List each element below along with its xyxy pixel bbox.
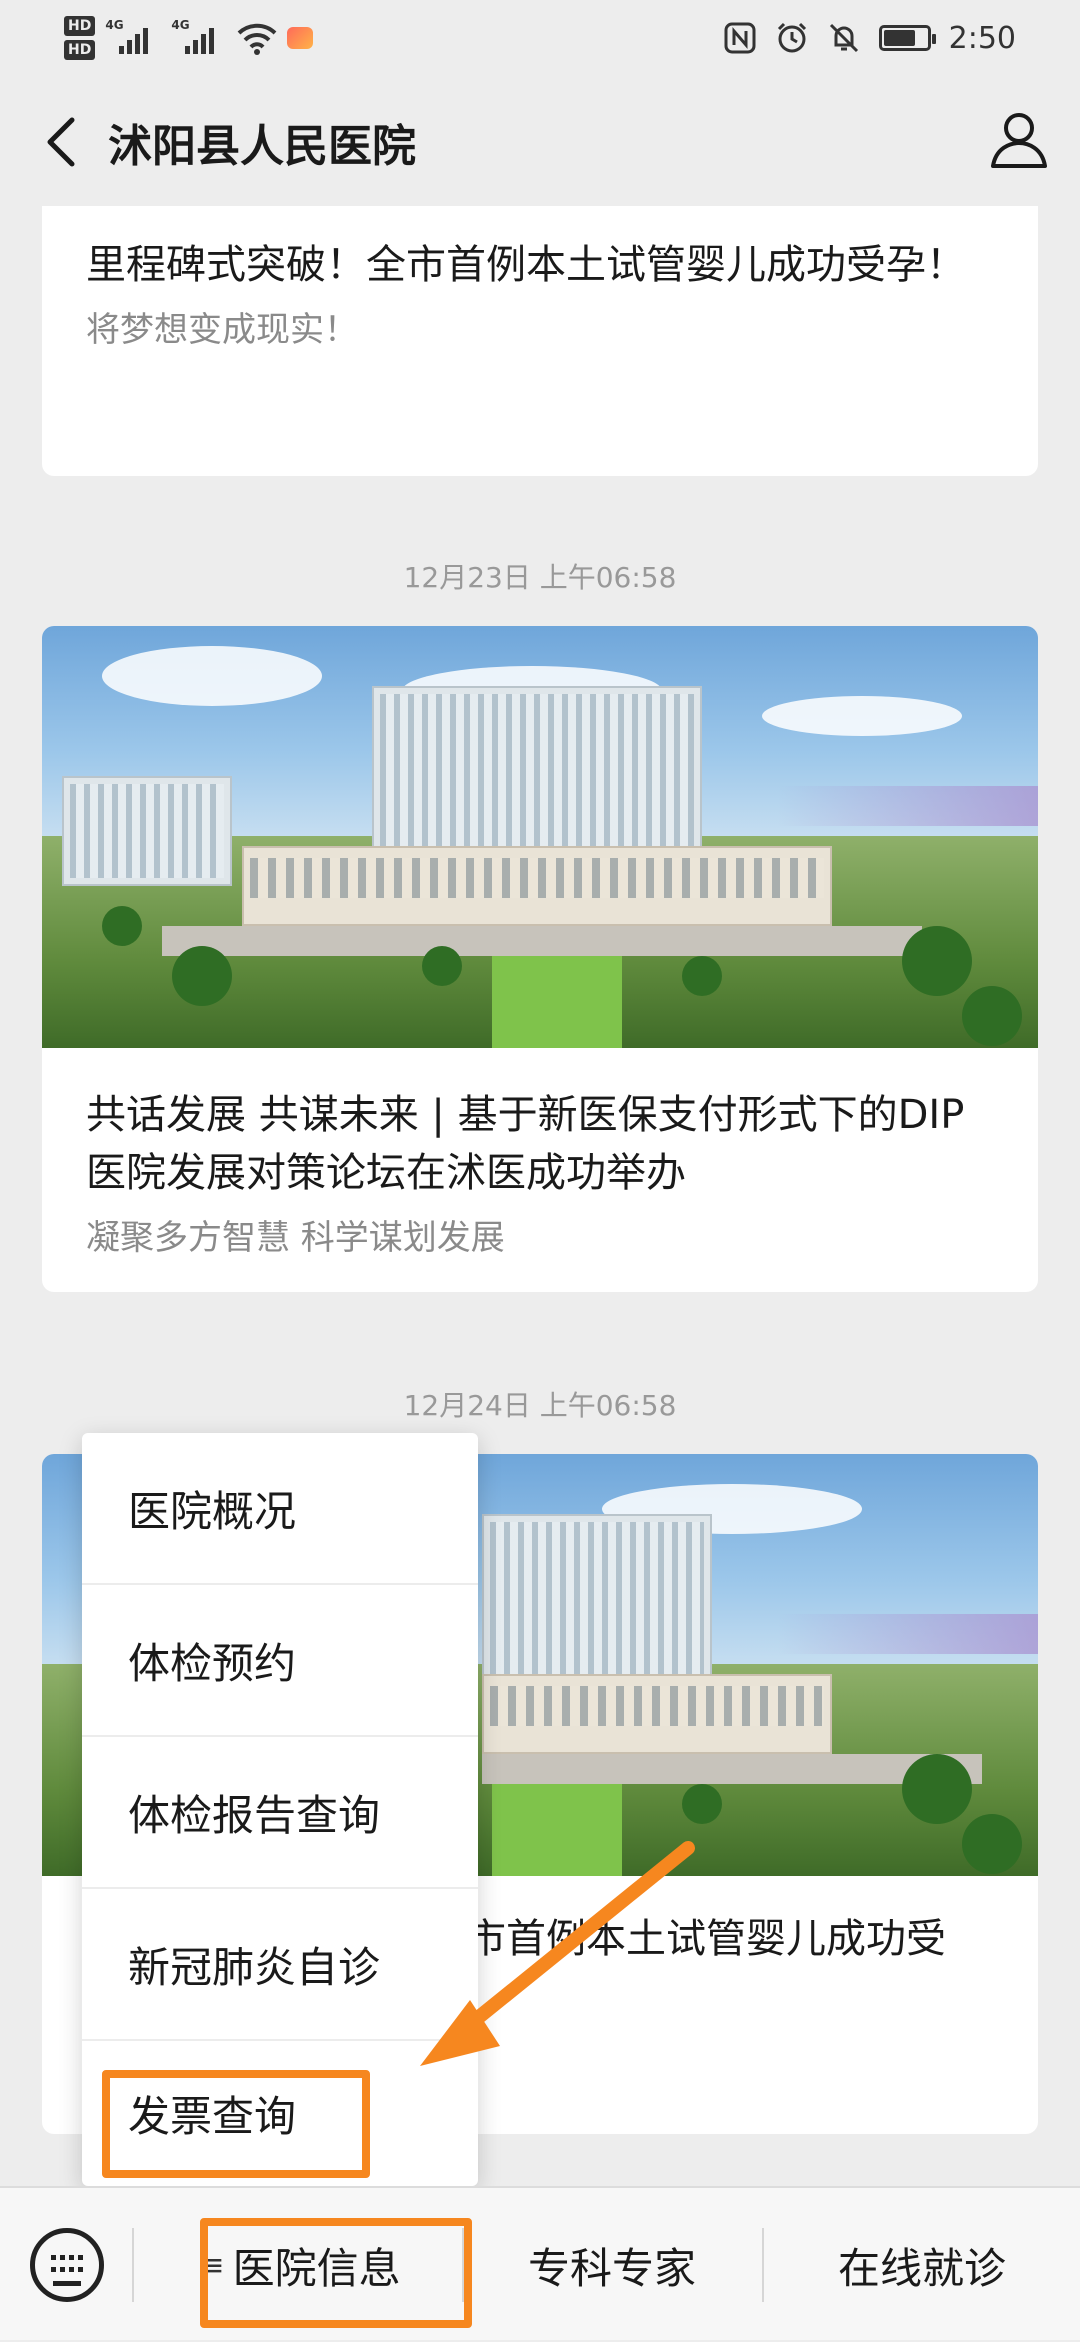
article-card-1[interactable]: 里程碑式突破！全市首例本土试管婴儿成功受孕！ 将梦想变成现实！: [42, 206, 1038, 476]
wifi-icon: [237, 23, 277, 55]
menu-item-checkup-report[interactable]: 体检报告查询: [82, 1737, 478, 1889]
article-title-3: 市首例本土试管婴儿成功受: [466, 1916, 946, 1962]
tab-online-consult-label: 在线就诊: [837, 2243, 1006, 2293]
menu-item-invoice-query[interactable]: 发票查询: [82, 2041, 478, 2186]
article-title-1: 里程碑式突破！全市首例本土试管婴儿成功受孕！: [86, 242, 966, 288]
tab-specialists[interactable]: 专科专家: [462, 2188, 762, 2342]
menu-item-checkup-booking[interactable]: 体检预约: [82, 1585, 478, 1737]
status-bar: HD HD 4G 4G 2:50: [0, 0, 1080, 76]
tab-hospital-info[interactable]: ≡ 医院信息: [150, 2188, 450, 2342]
article-title-2: 共话发展 共谋未来 | 基于新医保支付形式下的DIP 医院发展对策论坛在沭医成功…: [86, 1092, 965, 1196]
signal-icon: 4G: [105, 18, 161, 58]
hd-indicator: HD HD: [64, 16, 96, 60]
keyboard-icon[interactable]: [30, 2228, 104, 2302]
mute-icon: [829, 23, 858, 53]
list-icon: ≡: [199, 2247, 225, 2283]
battery-icon: [878, 25, 936, 51]
tab-hospital-info-label: 医院信息: [232, 2243, 401, 2293]
timestamp-2: 12月24日 上午06:58: [403, 1389, 677, 1422]
person-icon[interactable]: [988, 108, 1050, 170]
signal-icon-2: 4G: [171, 18, 227, 58]
popup-menu: 医院概况 体检预约 体检报告查询 新冠肺炎自诊 发票查询: [82, 1433, 478, 2186]
article-image-2: [42, 626, 1038, 1048]
hd2-label: HD: [64, 40, 96, 60]
article-subtitle-2: 凝聚多方智慧 科学谋划发展: [86, 1218, 505, 1258]
timestamp-1: 12月23日 上午06:58: [403, 561, 677, 594]
app-notification-icon: [287, 27, 314, 49]
page-title: 沭阳县人民医院: [108, 121, 416, 172]
bottom-menu-bar: ≡ 医院信息 专科专家 在线就诊: [0, 2186, 1080, 2340]
menu-item-hospital-overview[interactable]: 医院概况: [82, 1433, 478, 1585]
menu-item-covid-selfcheck[interactable]: 新冠肺炎自诊: [82, 1889, 478, 2041]
chevron-left-icon[interactable]: [38, 114, 88, 170]
alarm-icon: [777, 22, 806, 53]
nav-bar: 沭阳县人民医院: [0, 76, 1080, 206]
hd1-label: HD: [64, 16, 96, 36]
tab-specialists-label: 专科专家: [527, 2243, 696, 2293]
article-card-2[interactable]: 共话发展 共谋未来 | 基于新医保支付形式下的DIP 医院发展对策论坛在沭医成功…: [42, 626, 1038, 1292]
clock: 2:50: [948, 20, 1016, 56]
article-subtitle-1: 将梦想变成现实！: [86, 310, 358, 350]
tab-online-consult[interactable]: 在线就诊: [764, 2188, 1080, 2342]
nfc-icon: [724, 22, 756, 54]
